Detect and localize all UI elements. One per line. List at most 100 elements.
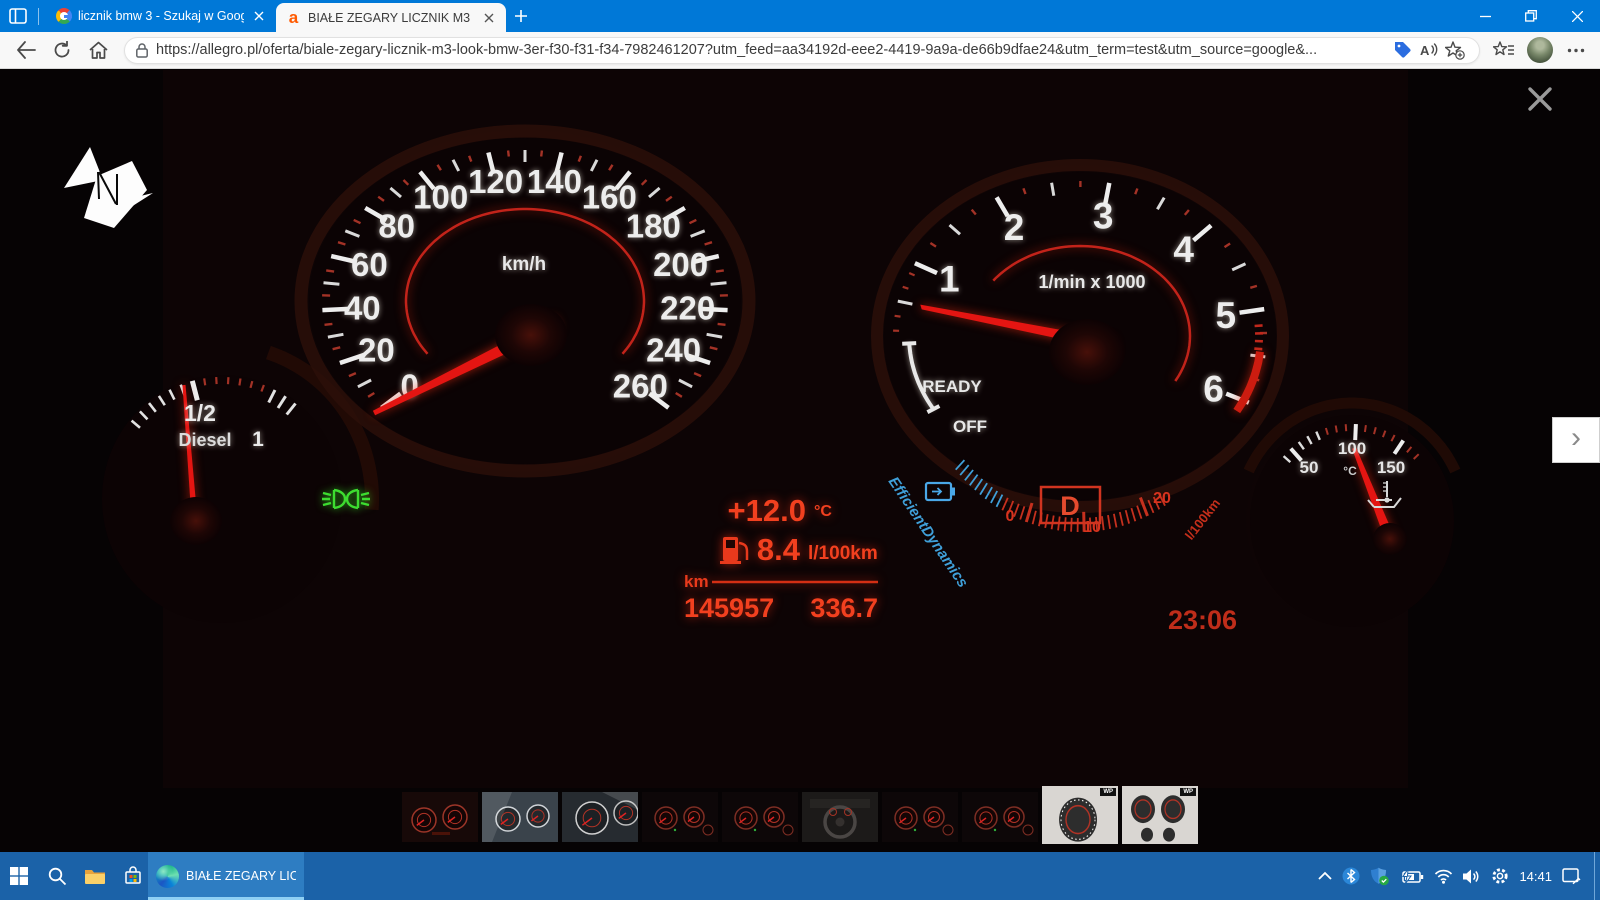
profile-avatar[interactable] (1527, 37, 1553, 63)
trip-computer-display: +12.0 °C 8.4 l/100km km 145957 336.7 (684, 493, 878, 623)
thumbnail-1[interactable] (402, 792, 478, 842)
avg-consumption-unit: l/100km (808, 543, 878, 564)
thumbnail-4[interactable] (642, 792, 718, 842)
tab-google-search[interactable]: licznik bmw 3 - Szukaj w Google (46, 0, 276, 32)
show-desktop-strip[interactable] (1594, 852, 1595, 900)
tachometer-gauge: 1 2 3 45 6 1/min x 1000 READY OFF (871, 159, 1289, 513)
bluetooth-icon[interactable] (1342, 867, 1360, 885)
new-tab-button[interactable] (506, 1, 536, 31)
start-button[interactable] (0, 852, 38, 900)
oil-label-100: 100 (1338, 439, 1366, 458)
window-controls (1462, 0, 1600, 32)
gauge-cluster-overlay: 1/2 Diesel 1 020406080100 120 140 160180200… (64, 124, 1461, 635)
outside-temp: +12.0 (728, 493, 806, 528)
svg-text:2: 2 (1004, 207, 1025, 248)
action-center-icon[interactable] (1562, 867, 1581, 885)
taskbar-app-edge-allegro[interactable]: BIAŁE ZEGARY LICZNI... (148, 852, 304, 900)
gear-indicator: D (1060, 491, 1080, 521)
thumbnail-9[interactable]: WP (1042, 786, 1118, 844)
add-favorite-star-icon[interactable] (1442, 38, 1468, 62)
address-bar[interactable]: https://allegro.pl/oferta/biale-zegary-l… (124, 36, 1480, 64)
svg-text:120: 120 (468, 163, 523, 200)
svg-text:140: 140 (527, 163, 582, 200)
svg-text:1: 1 (939, 259, 960, 300)
shopping-tag-icon[interactable] (1390, 38, 1416, 62)
edge-icon (156, 864, 179, 888)
avg-consumption: 8.4 (757, 532, 801, 567)
svg-text:4: 4 (1173, 229, 1194, 270)
minimize-button[interactable] (1462, 0, 1508, 32)
thumbnail-3[interactable] (562, 792, 638, 842)
odometer-unit-label: km (684, 572, 709, 591)
browser-titlebar: licznik bmw 3 - Szukaj w Google a BIAŁE … (0, 0, 1600, 32)
system-tray: 14:41 (1318, 852, 1595, 900)
browser-toolbar: https://allegro.pl/oferta/biale-zegary-l… (0, 32, 1600, 69)
settings-menu-icon[interactable] (1560, 35, 1592, 65)
thumbnail-6[interactable] (802, 792, 878, 842)
lock-icon (136, 42, 148, 58)
tab-title: licznik bmw 3 - Szukaj w Google (78, 9, 244, 23)
svg-text:240: 240 (646, 332, 701, 369)
favorites-hub-icon[interactable] (1488, 35, 1520, 65)
econ-label-20: 20 (1153, 490, 1171, 507)
oil-unit-label: °C (1343, 464, 1357, 478)
svg-text:A: A (1420, 43, 1430, 58)
google-favicon-icon (55, 8, 72, 25)
oil-label-150: 150 (1377, 458, 1405, 477)
tab-close-icon[interactable] (250, 8, 267, 25)
file-explorer-icon[interactable] (76, 852, 114, 900)
svg-text:20: 20 (358, 332, 395, 369)
speedometer-gauge: 020406080100 120 140 160180200220240260 km/… (294, 124, 756, 478)
home-icon[interactable] (80, 34, 116, 66)
volume-icon[interactable] (1463, 869, 1481, 884)
off-label: OFF (953, 417, 987, 436)
speedometer-unit-label: km/h (502, 254, 546, 275)
oil-temp-gauge: 50 100 150 °C (1243, 397, 1461, 627)
fuel-pump-icon (720, 537, 749, 564)
close-window-button[interactable] (1554, 0, 1600, 32)
refresh-icon[interactable] (44, 34, 80, 66)
next-image-button[interactable]: › (1552, 417, 1600, 463)
restore-button[interactable] (1508, 0, 1554, 32)
gear-icon[interactable] (1491, 867, 1509, 885)
econ-unit-label: l/100km (1182, 496, 1223, 543)
tray-expand-chevron-icon[interactable] (1318, 870, 1333, 882)
svg-text:5: 5 (1216, 295, 1237, 336)
tab-title: BIAŁE ZEGARY LICZNIK M3 LOOK (308, 10, 474, 25)
thumbnail-5[interactable] (722, 792, 798, 842)
clock-display: 23:06 (1168, 605, 1237, 635)
back-icon[interactable] (8, 34, 44, 66)
tab-actions-menu-icon[interactable] (0, 0, 36, 32)
battery-charging-icon[interactable] (1400, 867, 1424, 885)
outside-temp-unit: °C (814, 503, 832, 520)
wifi-icon[interactable] (1434, 869, 1453, 884)
store-icon[interactable] (114, 852, 152, 900)
tab-close-icon[interactable] (480, 9, 497, 26)
thumbnail-2[interactable] (482, 792, 558, 842)
thumbnail-strip: WP WP (0, 786, 1600, 844)
econ-label-0: 0 (1006, 508, 1015, 525)
security-shield-icon[interactable] (1370, 867, 1390, 886)
watermark-logo (64, 147, 153, 228)
tab-allegro-offer[interactable]: a BIAŁE ZEGARY LICZNIK M3 LOOK (276, 3, 506, 32)
svg-text:6: 6 (1203, 369, 1224, 410)
fuel-full-label: 1 (252, 428, 264, 451)
svg-text:80: 80 (378, 207, 415, 244)
fuel-type-label: Diesel (178, 430, 231, 450)
tachometer-unit-label: 1/min x 1000 (1038, 272, 1145, 292)
thumbnail-8[interactable] (962, 792, 1038, 842)
chevron-right-icon: › (1571, 421, 1581, 454)
thumbnail-10[interactable]: WP (1122, 786, 1198, 844)
url-text[interactable]: https://allegro.pl/oferta/biale-zegary-l… (156, 42, 1390, 58)
taskbar-search-icon[interactable] (38, 852, 76, 900)
lightbox-close-icon[interactable] (1520, 81, 1560, 117)
svg-text:260: 260 (613, 368, 668, 405)
image-lightbox: 1/2 Diesel 1 0 20 40 60 80 100 120 140 160 180 200… (0, 69, 1600, 852)
econ-label-10: 10 (1083, 519, 1101, 536)
svg-text:40: 40 (344, 289, 381, 326)
thumbnail-7[interactable] (882, 792, 958, 842)
read-aloud-icon[interactable]: A (1416, 38, 1442, 62)
taskbar-clock[interactable]: 14:41 (1519, 869, 1552, 884)
svg-text:60: 60 (351, 246, 388, 283)
svg-text:3: 3 (1093, 196, 1114, 237)
